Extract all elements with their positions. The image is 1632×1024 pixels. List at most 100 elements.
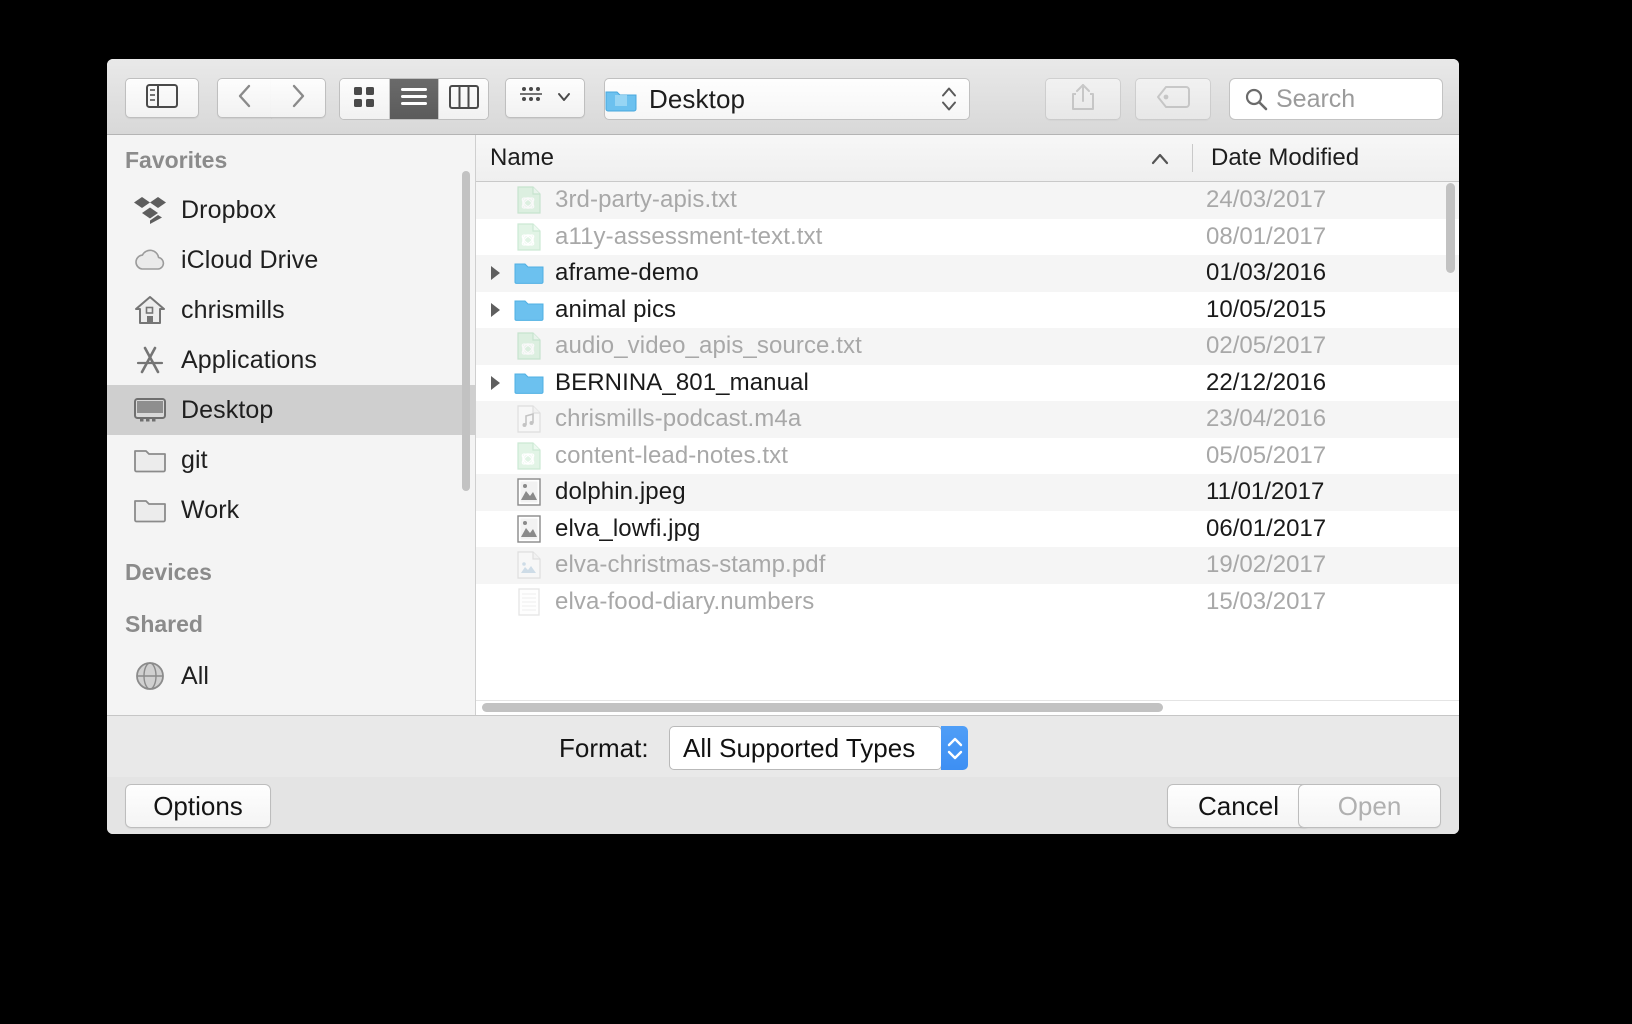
sidebar-item-desktop[interactable]: Desktop: [107, 385, 475, 435]
sidebar-item-label: Work: [181, 496, 239, 525]
forward-button[interactable]: [271, 78, 326, 118]
text-file-icon: [514, 185, 544, 215]
sidebar-item-applications[interactable]: Applications: [107, 335, 475, 385]
table-row[interactable]: audio_video_apis_source.txt02/05/2017: [476, 328, 1459, 365]
file-date-modified: 10/05/2015: [1206, 296, 1326, 324]
file-date-modified: 02/05/2017: [1206, 332, 1326, 360]
sidebar-scrollbar[interactable]: [462, 171, 470, 491]
search-icon: [1244, 87, 1268, 111]
sidebar-group-favorites: Favorites: [107, 135, 475, 185]
text-file-icon: [514, 331, 544, 361]
format-popup-button[interactable]: All Supported Types: [669, 726, 942, 770]
file-date-modified: 06/01/2017: [1206, 515, 1326, 543]
sidebar-toggle-button[interactable]: [125, 78, 199, 118]
table-row[interactable]: elva_lowfi.jpg 06/01/2017: [476, 511, 1459, 548]
applications-icon: [133, 343, 167, 377]
file-name: elva-christmas-stamp.pdf: [555, 551, 825, 579]
column-header-date[interactable]: Date Modified: [1193, 144, 1359, 172]
file-rows: 3rd-party-apis.txt24/03/2017a11y-assessm…: [476, 182, 1459, 620]
numbers-file-icon: [514, 587, 544, 617]
list-view-icon: [400, 86, 428, 113]
disclosure-triangle-icon[interactable]: [476, 374, 514, 392]
share-button[interactable]: [1045, 78, 1121, 120]
table-row[interactable]: a11y-assessment-text.txt 08/01/2017: [476, 219, 1459, 256]
file-date-modified: 15/03/2017: [1206, 588, 1326, 616]
sidebar: Favorites Dropbox: [107, 135, 476, 715]
sidebar-group-devices: Devices: [107, 535, 475, 597]
column-header-name-label: Name: [490, 144, 554, 171]
home-icon: [133, 293, 167, 327]
table-row[interactable]: BERNINA_801_manual22/12/2016: [476, 365, 1459, 402]
arrange-by-icon: [520, 85, 552, 112]
file-date-modified: 08/01/2017: [1206, 223, 1326, 251]
folder-icon: [133, 443, 167, 477]
sidebar-item-icloud-drive[interactable]: iCloud Drive: [107, 235, 475, 285]
view-mode-list-button[interactable]: [390, 79, 440, 119]
file-list-horizontal-scrollbar[interactable]: [482, 703, 1163, 712]
view-mode-icons-button[interactable]: [340, 79, 390, 119]
sidebar-item-label: All: [181, 662, 209, 691]
file-date-modified: 11/01/2017: [1206, 478, 1324, 506]
sidebar-item-chrismills[interactable]: chrismills: [107, 285, 475, 335]
accessory-view: Format: All Supported Types: [107, 715, 1459, 778]
file-name: a11y-assessment-text.txt: [555, 223, 822, 251]
open-button[interactable]: Open: [1298, 784, 1441, 828]
path-popup-button[interactable]: Desktop: [604, 78, 970, 120]
disclosure-triangle-icon[interactable]: [476, 264, 514, 282]
sidebar-item-dropbox[interactable]: Dropbox: [107, 185, 475, 235]
file-name: chrismills-podcast.m4a: [555, 405, 801, 433]
file-date-modified: 01/03/2016: [1206, 259, 1326, 287]
file-name: elva-food-diary.numbers: [555, 588, 814, 616]
file-name: elva_lowfi.jpg: [555, 515, 700, 543]
cancel-button[interactable]: Cancel: [1167, 784, 1310, 828]
options-button[interactable]: Options: [125, 784, 271, 828]
folder-icon: [514, 258, 544, 288]
table-row[interactable]: aframe-demo01/03/2016: [476, 255, 1459, 292]
table-row[interactable]: elva-christmas-stamp.pdf 19/02/2017: [476, 547, 1459, 584]
folder-icon: [605, 86, 637, 112]
file-list-vertical-scrollbar[interactable]: [1446, 183, 1455, 273]
sidebar-item-label: Dropbox: [181, 196, 276, 225]
path-label: Desktop: [649, 84, 745, 115]
chevron-right-icon: [290, 83, 306, 114]
file-list: Name Date Modified 3rd-party-apis.txt24/…: [476, 135, 1459, 715]
file-name: 3rd-party-apis.txt: [555, 186, 737, 214]
file-date-modified: 05/05/2017: [1206, 442, 1326, 470]
view-mode-group: [339, 78, 489, 120]
dialog-footer: Options Cancel Open: [107, 777, 1459, 834]
arrange-by-button[interactable]: [505, 78, 585, 118]
table-row[interactable]: 3rd-party-apis.txt24/03/2017: [476, 182, 1459, 219]
tag-icon: [1156, 86, 1190, 113]
back-button[interactable]: [217, 78, 272, 118]
disclosure-triangle-icon[interactable]: [476, 301, 514, 319]
sidebar-item-work[interactable]: Work: [107, 485, 475, 535]
globe-icon: [133, 659, 167, 693]
format-label: Format:: [559, 733, 649, 764]
table-row[interactable]: content-lead-notes.txt05/05/2017: [476, 438, 1459, 475]
dialog-body: Favorites Dropbox: [107, 135, 1459, 715]
sidebar-group-shared: Shared: [107, 597, 475, 651]
image-file-icon: [514, 477, 544, 507]
file-date-modified: 19/02/2017: [1206, 551, 1326, 579]
table-row[interactable]: chrismills-podcast.m4a23/04/2016: [476, 401, 1459, 438]
format-value: All Supported Types: [683, 733, 915, 764]
column-header-date-label: Date Modified: [1211, 144, 1359, 171]
file-name: dolphin.jpeg: [555, 478, 686, 506]
chevron-up-icon: [1150, 145, 1170, 173]
chevron-left-icon: [237, 83, 253, 114]
table-row[interactable]: dolphin.jpeg 11/01/2017: [476, 474, 1459, 511]
audio-file-icon: [514, 404, 544, 434]
dropbox-icon: [133, 193, 167, 227]
table-row[interactable]: animal pics10/05/2015: [476, 292, 1459, 329]
sidebar-item-label: chrismills: [181, 296, 285, 325]
image-file-icon: [514, 514, 544, 544]
column-header-name[interactable]: Name: [476, 144, 1192, 172]
format-stepper-icon: [941, 726, 968, 770]
search-field[interactable]: Search: [1229, 78, 1443, 120]
tag-button[interactable]: [1135, 78, 1211, 120]
table-row[interactable]: elva-food-diary.numbers 15/03/2017: [476, 584, 1459, 621]
sidebar-item-label: Desktop: [181, 396, 273, 425]
sidebar-item-git[interactable]: git: [107, 435, 475, 485]
view-mode-columns-button[interactable]: [439, 79, 488, 119]
sidebar-item-all[interactable]: All: [107, 651, 475, 701]
